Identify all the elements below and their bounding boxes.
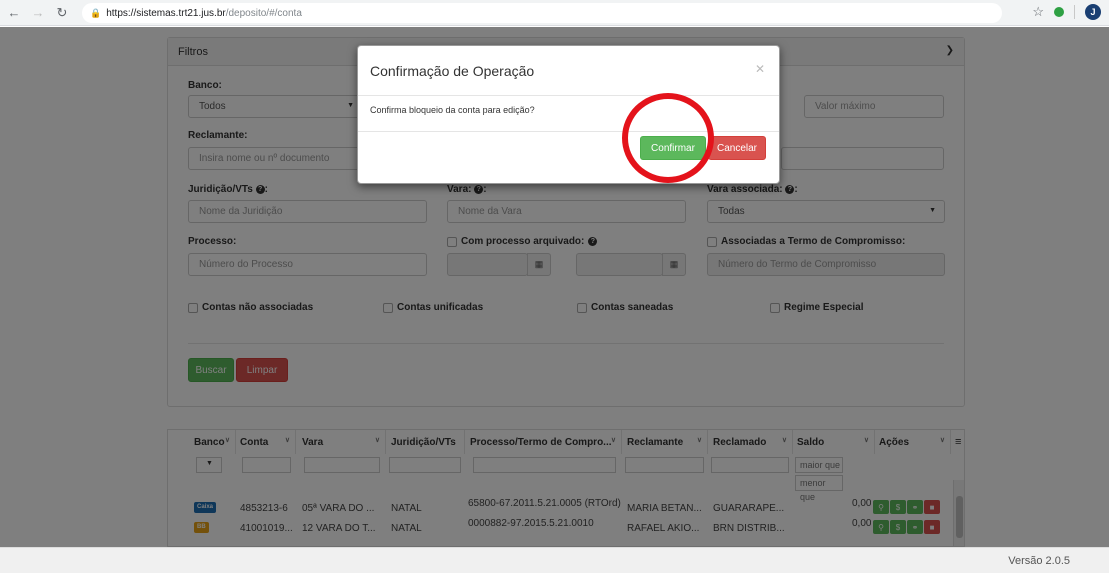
- forward-icon[interactable]: →: [28, 3, 48, 23]
- confirmation-modal: Confirmação de Operação ✕ Confirma bloqu…: [357, 45, 780, 184]
- modal-title: Confirmação de Operação: [370, 62, 535, 79]
- extension-icon[interactable]: [1054, 7, 1064, 17]
- back-icon[interactable]: ←: [4, 3, 24, 23]
- url-path: /deposito/#/conta: [225, 7, 302, 19]
- url-host: https://sistemas.trt21.jus.br: [106, 7, 226, 19]
- close-icon[interactable]: ✕: [755, 62, 765, 76]
- browser-toolbar: ← → ↻ 🔒 https://sistemas.trt21.jus.br/de…: [0, 0, 1109, 26]
- cancel-button[interactable]: Cancelar: [708, 136, 766, 160]
- modal-header: Confirmação de Operação ✕: [358, 46, 779, 96]
- profile-avatar[interactable]: J: [1085, 4, 1101, 20]
- highlight-circle-annotation: [622, 93, 714, 183]
- lock-icon: 🔒: [90, 7, 102, 18]
- bookmark-star-icon[interactable]: ☆: [1032, 4, 1044, 20]
- reload-icon[interactable]: ↻: [52, 3, 72, 23]
- modal-message: Confirma bloqueio da conta para edição?: [358, 96, 779, 132]
- page-footer: Versão 2.0.5: [0, 547, 1109, 573]
- toolbar-divider: [1074, 5, 1075, 19]
- address-bar[interactable]: 🔒 https://sistemas.trt21.jus.br/deposito…: [82, 3, 1002, 23]
- version-label: Versão 2.0.5: [1008, 555, 1070, 567]
